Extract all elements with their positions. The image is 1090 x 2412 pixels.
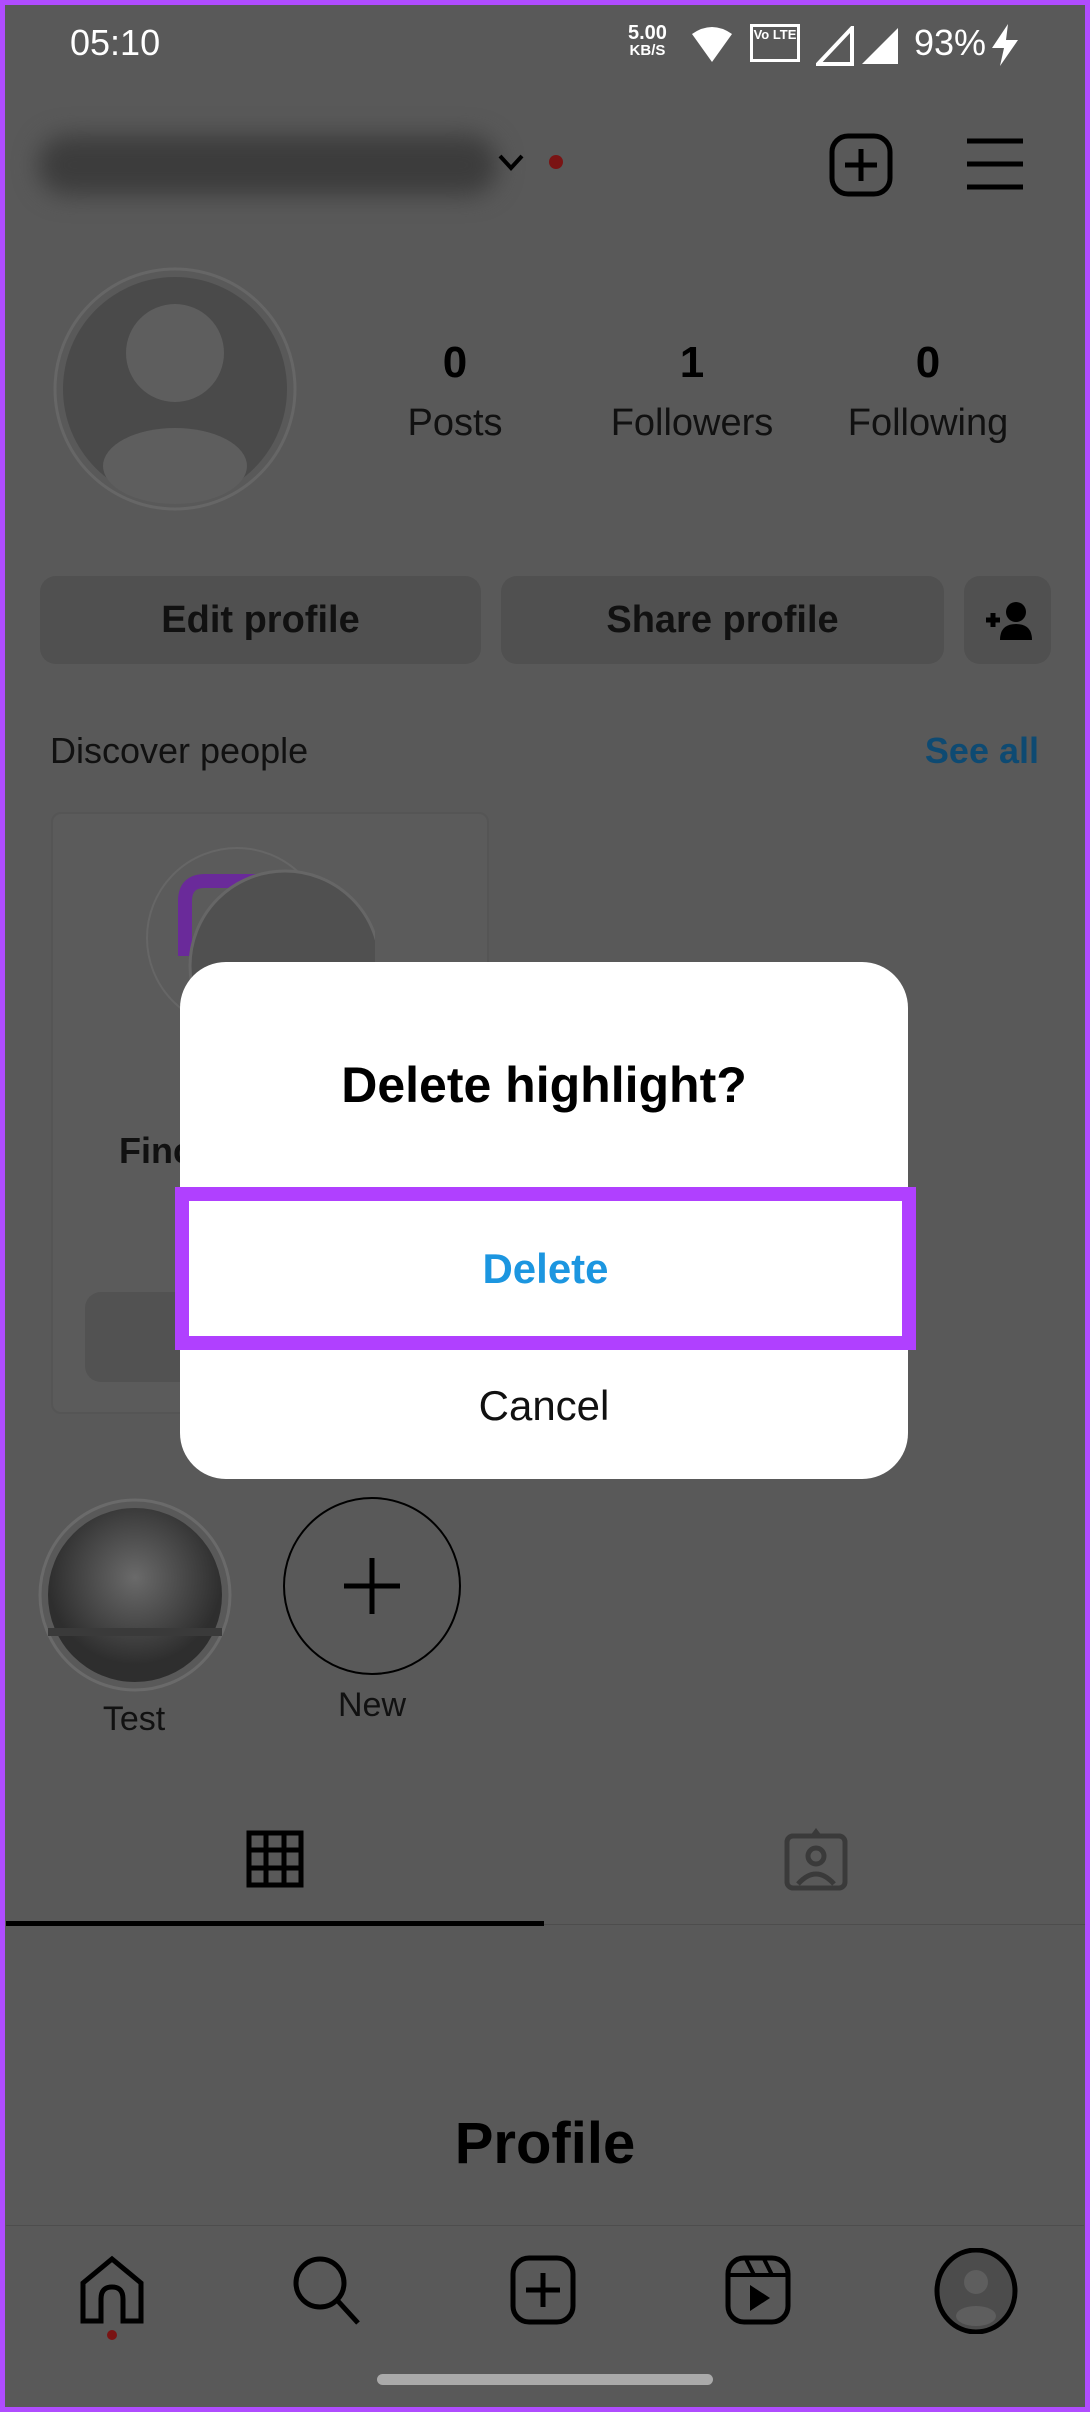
new-highlight-button[interactable]: [282, 1496, 462, 1676]
posts-count[interactable]: 0: [335, 338, 575, 388]
cancel-button[interactable]: Cancel: [180, 1382, 908, 1430]
charging-icon: [992, 24, 1018, 66]
share-profile-button[interactable]: Share profile: [501, 576, 944, 664]
delete-button-highlight[interactable]: Delete: [175, 1187, 916, 1350]
notification-dot: [549, 155, 563, 169]
tab-divider: [544, 1924, 1085, 1925]
grid-tab-icon[interactable]: [246, 1830, 304, 1888]
home-icon[interactable]: [77, 2255, 147, 2325]
highlight-test-label: Test: [102, 1700, 166, 1738]
username-blurred[interactable]: [38, 135, 498, 195]
see-all-link[interactable]: See all: [925, 730, 1039, 772]
battery-percent: 93%: [914, 22, 987, 63]
edit-profile-button[interactable]: Edit profile: [40, 576, 481, 664]
following-count[interactable]: 0: [808, 338, 1048, 388]
reels-icon[interactable]: [724, 2255, 794, 2325]
home-indicator[interactable]: [377, 2374, 713, 2385]
delete-button[interactable]: Delete: [482, 1245, 608, 1293]
highlight-test[interactable]: [38, 1498, 232, 1692]
profile-avatar[interactable]: [52, 266, 298, 512]
profile-nav-avatar[interactable]: [934, 2248, 1018, 2334]
search-icon[interactable]: [292, 2255, 362, 2325]
home-notification-dot: [107, 2330, 117, 2340]
add-person-icon: [985, 602, 1032, 640]
create-post-icon[interactable]: [509, 2255, 579, 2325]
dialog-title: Delete highlight?: [341, 1057, 747, 1113]
tagged-tab-icon[interactable]: [784, 1826, 848, 1892]
status-time: 05:10: [70, 22, 161, 63]
menu-icon[interactable]: [965, 136, 1025, 192]
active-tab-indicator: [6, 1921, 544, 1926]
add-person-button[interactable]: [964, 576, 1051, 664]
posts-label[interactable]: Posts: [335, 402, 575, 445]
profile-empty-label: Profile: [454, 2111, 636, 2176]
chevron-down-icon[interactable]: [497, 152, 525, 172]
followers-count[interactable]: 1: [572, 338, 812, 388]
net-speed: 5.00 KB/S: [628, 22, 667, 59]
new-highlight-label: New: [337, 1686, 407, 1724]
wifi-icon: [692, 27, 732, 62]
nav-divider: [6, 2225, 1084, 2226]
followers-label[interactable]: Followers: [572, 402, 812, 445]
create-icon[interactable]: [829, 133, 893, 197]
signal-icon: [816, 26, 898, 66]
volte-icon: Vo LTE: [750, 24, 800, 62]
following-label[interactable]: Following: [808, 402, 1048, 445]
discover-people-title: Discover people: [50, 730, 309, 771]
